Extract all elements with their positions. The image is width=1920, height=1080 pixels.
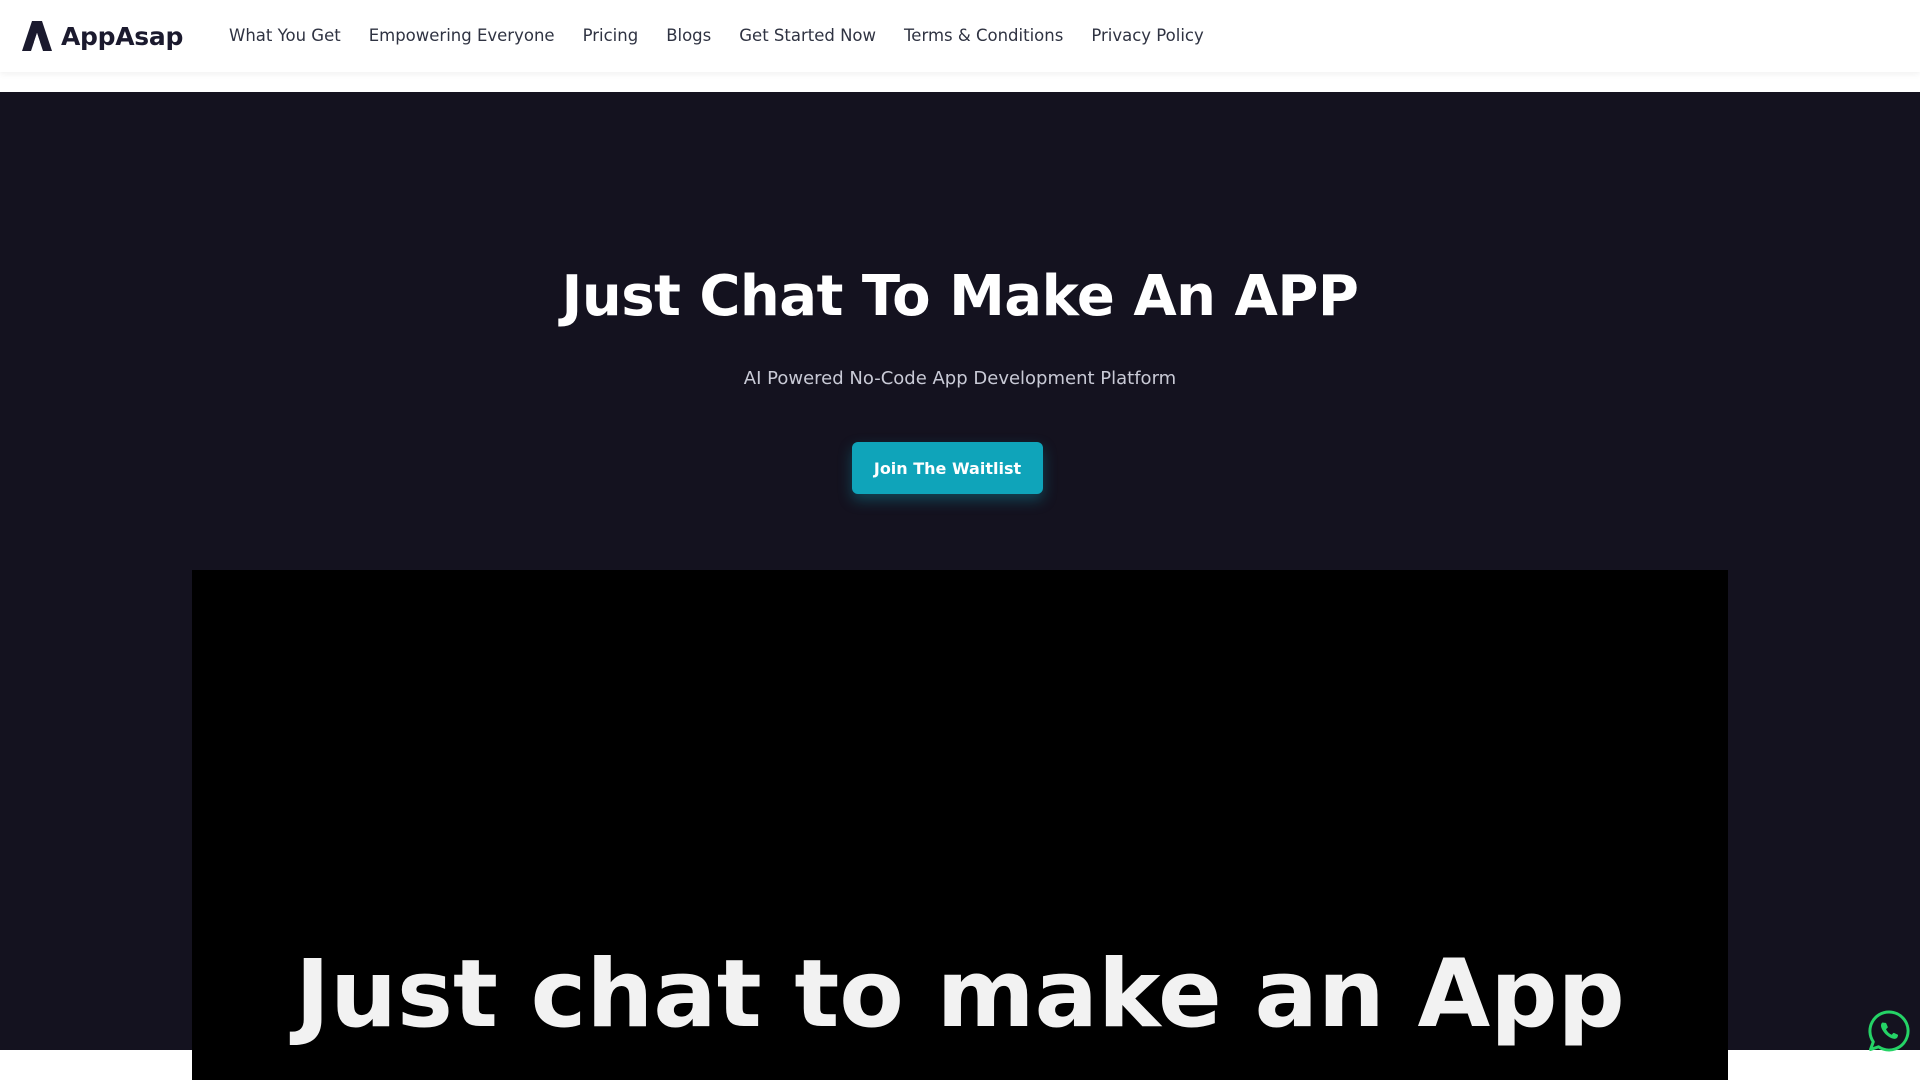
hero-subtitle: AI Powered No-Code App Development Platf… bbox=[743, 368, 1177, 389]
nav-link-privacy-policy[interactable]: Privacy Policy bbox=[1091, 26, 1203, 45]
main-nav: What You Get Empowering Everyone Pricing… bbox=[229, 0, 1232, 72]
nav-link-what-you-get[interactable]: What You Get bbox=[229, 26, 341, 45]
brand-name: AppAsap bbox=[61, 21, 184, 51]
nav-item: Privacy Policy bbox=[1091, 26, 1203, 46]
nav-link-pricing[interactable]: Pricing bbox=[583, 26, 639, 45]
nav-item: Pricing bbox=[583, 26, 639, 46]
nav-item: Blogs bbox=[666, 26, 711, 46]
nav-link-blogs[interactable]: Blogs bbox=[666, 26, 711, 45]
nav-item: Empowering Everyone bbox=[369, 26, 555, 46]
video-caption: Just chat to make an App bbox=[295, 940, 1625, 1049]
whatsapp-chat-button[interactable] bbox=[1867, 1009, 1911, 1053]
whatsapp-icon bbox=[1868, 1010, 1910, 1052]
appasap-logo-icon bbox=[22, 21, 52, 51]
join-waitlist-button[interactable]: Join The Waitlist bbox=[852, 442, 1043, 494]
brand-logo-link[interactable]: AppAsap bbox=[21, 20, 183, 52]
nav-link-get-started-now[interactable]: Get Started Now bbox=[739, 26, 876, 45]
nav-item: Get Started Now bbox=[739, 26, 876, 46]
hero-title: Just Chat To Make An APP bbox=[561, 264, 1359, 329]
intro-video-player[interactable]: Just chat to make an App bbox=[192, 570, 1728, 1080]
nav-item: Terms & Conditions bbox=[904, 26, 1063, 46]
top-navigation-bar: AppAsap What You Get Empowering Everyone… bbox=[0, 0, 1920, 72]
nav-link-terms-conditions[interactable]: Terms & Conditions bbox=[904, 26, 1063, 45]
nav-item: What You Get bbox=[229, 26, 341, 46]
nav-link-empowering-everyone[interactable]: Empowering Everyone bbox=[369, 26, 555, 45]
